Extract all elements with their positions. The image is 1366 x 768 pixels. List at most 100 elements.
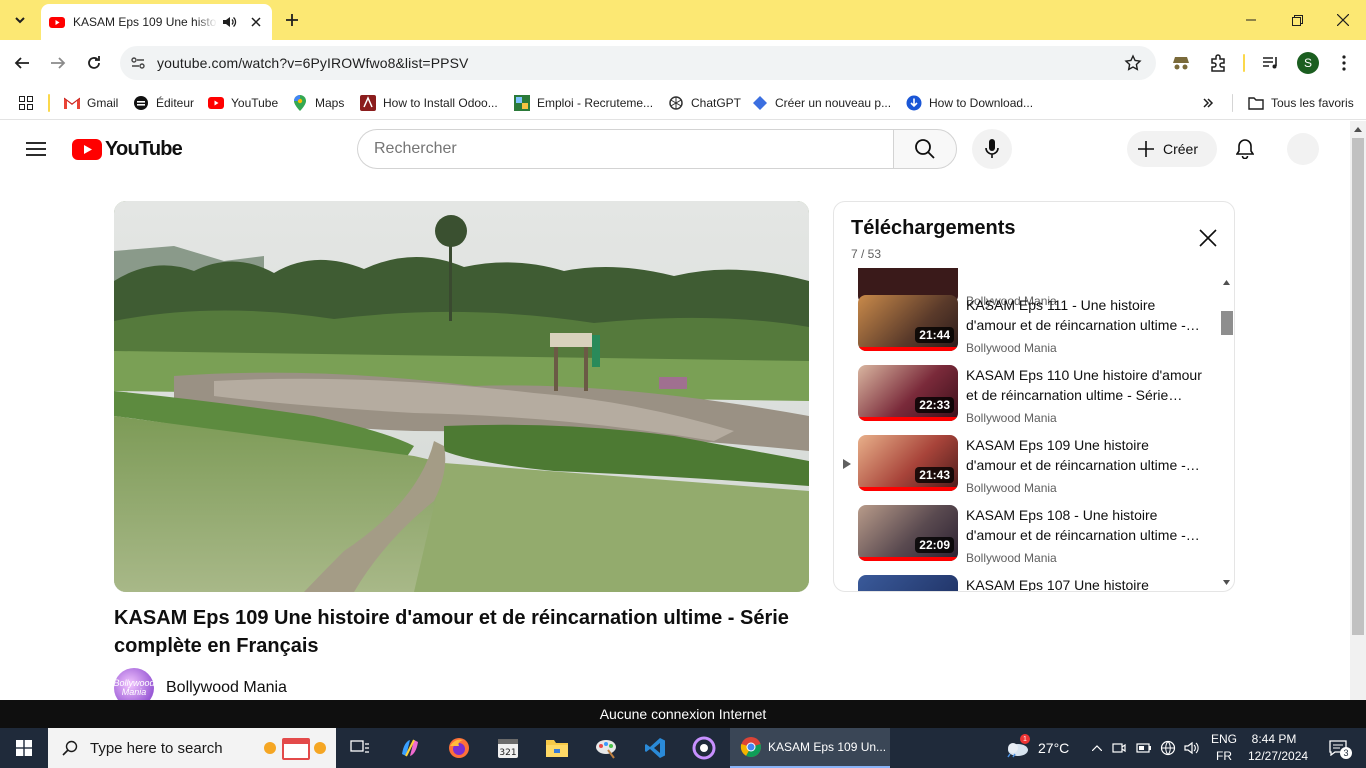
bookmark-maps[interactable]: Maps xyxy=(292,93,344,113)
youtube-logo[interactable]: YouTube xyxy=(72,138,183,161)
show-hidden-icons-chevron-icon[interactable] xyxy=(1092,745,1112,751)
bookmark-editeur[interactable]: Éditeur xyxy=(133,93,194,113)
playlist-item-thumbnail: 22:33 xyxy=(858,365,958,421)
restore-icon xyxy=(1291,14,1303,26)
playlist-item-title: KASAM Eps 107 Une histoire xyxy=(966,577,1149,592)
playlist-scrollbar[interactable] xyxy=(1218,268,1233,591)
channel-name[interactable]: Bollywood Mania xyxy=(166,679,287,697)
search-input[interactable]: Rechercher xyxy=(357,129,894,169)
playlist-item[interactable]: 21:44 KASAM Eps 111 - Une histoire d'amo… xyxy=(834,295,1224,361)
bookmark-label: Maps xyxy=(315,96,345,110)
notifications-button[interactable] xyxy=(1231,135,1259,163)
bookmark-creer[interactable]: Créer un nouveau p... xyxy=(752,93,891,113)
new-tab-button[interactable] xyxy=(280,8,304,32)
playlist-title[interactable]: Téléchargements xyxy=(851,217,1016,240)
guide-menu-button[interactable] xyxy=(22,135,50,163)
notification-center-button[interactable]: 3 xyxy=(1314,728,1362,768)
meet-now-icon[interactable] xyxy=(1112,741,1136,755)
taskbar-app-copilot[interactable] xyxy=(386,728,434,768)
reload-button[interactable] xyxy=(80,49,108,77)
playlist-item[interactable]: KASAM Eps 107 Une histoire xyxy=(834,575,1224,592)
taskbar-app-media[interactable] xyxy=(680,728,728,768)
taskbar-app-file-explorer[interactable] xyxy=(533,728,581,768)
playlist-item[interactable]: 22:09 KASAM Eps 108 - Une histoire d'amo… xyxy=(834,505,1224,571)
address-bar[interactable]: youtube.com/watch?v=6PyIROWfwo8&list=PPS… xyxy=(120,46,1156,80)
media-controls-icon[interactable] xyxy=(1260,52,1282,74)
network-globe-icon[interactable] xyxy=(1160,740,1184,756)
page-scrollbar-thumb[interactable] xyxy=(1352,138,1364,635)
site-info-icon[interactable] xyxy=(128,53,148,73)
task-view-button[interactable] xyxy=(336,728,384,768)
all-bookmarks-button[interactable]: Tous les favoris xyxy=(1248,93,1354,113)
bookmark-odoo[interactable]: How to Install Odoo... xyxy=(360,93,498,113)
browser-toolbar: youtube.com/watch?v=6PyIROWfwo8&list=PPS… xyxy=(0,40,1366,86)
more-menu-icon[interactable] xyxy=(1333,52,1355,74)
minimize-button[interactable] xyxy=(1228,0,1274,40)
weather-cloud-icon: 1 xyxy=(1004,734,1030,758)
scroll-up-arrow-icon[interactable] xyxy=(1223,280,1230,285)
bookmark-emploi[interactable]: Emploi - Recruteme... xyxy=(514,93,653,113)
apps-button[interactable] xyxy=(18,93,41,113)
tab-search-button[interactable] xyxy=(6,6,34,34)
speaker-icon[interactable] xyxy=(221,14,237,30)
close-playlist-button[interactable] xyxy=(1196,226,1220,250)
bookmark-chatgpt[interactable]: ChatGPT xyxy=(668,93,741,113)
create-label: Créer xyxy=(1163,141,1199,157)
back-button[interactable] xyxy=(8,49,36,77)
account-avatar[interactable] xyxy=(1287,133,1319,165)
weather-widget[interactable]: 1 27°C xyxy=(1004,728,1069,768)
bookmark-youtube[interactable]: YouTube xyxy=(208,93,278,113)
taskbar-app-vscode[interactable] xyxy=(631,728,679,768)
notification-count: 3 xyxy=(1340,747,1352,759)
voice-search-button[interactable] xyxy=(972,129,1012,169)
bookmarks-overflow-button[interactable] xyxy=(1200,93,1223,113)
bookmark-download[interactable]: How to Download... xyxy=(906,93,1033,113)
browser-tab-active[interactable]: KASAM Eps 109 Une histoire d'amour xyxy=(41,4,272,40)
bookmark-star-icon[interactable] xyxy=(1124,54,1142,72)
incognito-extension-icon[interactable] xyxy=(1170,52,1192,74)
url-text[interactable]: youtube.com/watch?v=6PyIROWfwo8&list=PPS… xyxy=(157,55,468,71)
taskbar-app-paint[interactable] xyxy=(582,728,630,768)
bell-icon xyxy=(1236,139,1254,159)
arrow-right-icon xyxy=(50,55,66,71)
volume-icon[interactable] xyxy=(1184,741,1208,755)
keyboard-layout: FR xyxy=(1216,749,1232,763)
search-button[interactable] xyxy=(893,129,957,169)
tab-title: KASAM Eps 109 Une histoire d'amour xyxy=(73,15,217,29)
extensions-icon[interactable] xyxy=(1207,52,1229,74)
taskbar-search-box[interactable]: Type here to search xyxy=(48,728,336,768)
forward-button[interactable] xyxy=(44,49,72,77)
start-button[interactable] xyxy=(0,728,48,768)
page-scrollbar[interactable] xyxy=(1350,121,1366,700)
taskbar-app-chrome-active[interactable]: KASAM Eps 109 Un... xyxy=(730,728,890,768)
scroll-up-arrow-icon[interactable] xyxy=(1354,126,1362,132)
bookmark-label: Éditeur xyxy=(156,96,195,110)
taskbar-clock[interactable]: 8:44 PM 12/27/2024 xyxy=(1248,731,1308,765)
restore-button[interactable] xyxy=(1274,0,1320,40)
profile-avatar[interactable]: S xyxy=(1297,52,1319,74)
bookmark-gmail[interactable]: Gmail xyxy=(64,93,118,113)
create-icon xyxy=(752,95,768,111)
playlist-item-current[interactable]: 21:43 KASAM Eps 109 Une histoire d'amour… xyxy=(834,435,1224,501)
taskbar-app-calendar[interactable]: 321 xyxy=(484,728,532,768)
scroll-down-arrow-icon[interactable] xyxy=(1223,580,1230,585)
firefox-icon xyxy=(447,736,471,760)
calendar-app-icon: 321 xyxy=(496,736,520,760)
playlist-item[interactable]: 22:33 KASAM Eps 110 Une histoire d'amour… xyxy=(834,365,1224,431)
video-player[interactable] xyxy=(114,201,809,592)
youtube-play-logo-icon xyxy=(72,139,102,160)
bookmark-label: How to Install Odoo... xyxy=(383,96,498,110)
battery-icon[interactable] xyxy=(1136,742,1160,754)
reload-icon xyxy=(86,55,102,71)
editor-icon xyxy=(133,95,149,111)
playlist-scrollbar-thumb[interactable] xyxy=(1221,311,1233,335)
close-tab-icon[interactable] xyxy=(247,12,266,32)
playlist-item-duration: 22:09 xyxy=(915,537,954,553)
search-icon xyxy=(62,740,78,756)
taskbar-app-firefox[interactable] xyxy=(435,728,483,768)
youtube-logo-text: YouTube xyxy=(105,138,183,160)
close-window-button[interactable] xyxy=(1320,0,1366,40)
media-player-icon xyxy=(692,736,716,760)
create-button[interactable]: Créer xyxy=(1127,131,1217,167)
language-indicator[interactable]: ENG FR xyxy=(1209,731,1239,765)
